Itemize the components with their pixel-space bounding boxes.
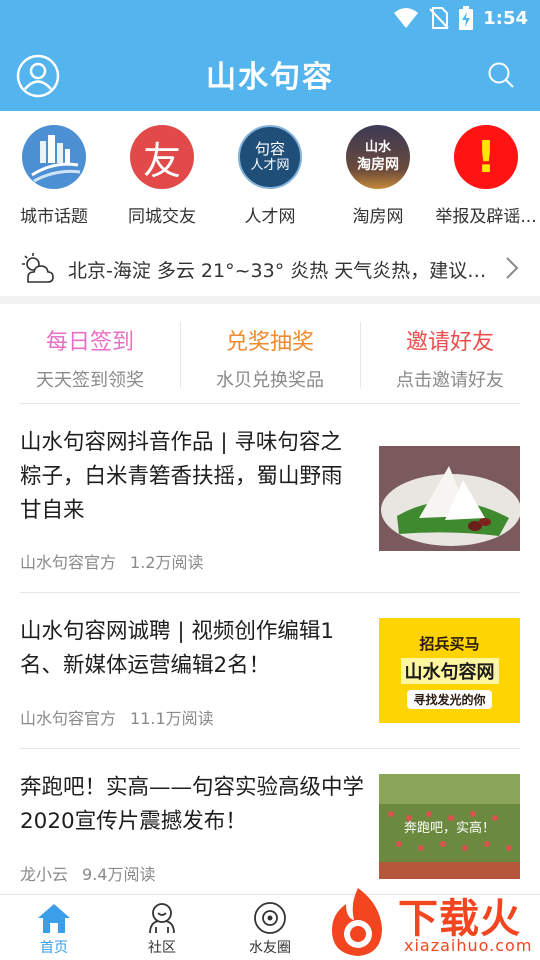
article-author: 龙小云 [20,865,69,884]
action-subtitle: 水贝兑换奖品 [216,370,324,391]
quicknav-label: 同城交友 [128,207,196,227]
bottom-nav-label: 首页 [40,940,68,956]
wifi-icon [394,8,419,28]
article-thumbnail: 招兵买马 山水句容网 寻找发光的你 [379,618,520,723]
watermark-url: xiazaihuo.com [404,936,533,955]
quicknav-item-talent[interactable]: 句容 人才网 人才网 [216,111,324,241]
article-author: 山水句容官方 [20,709,117,728]
article-title: 奔跑吧！实高——句容实验高级中学2020宣传片震撼发布！ [20,775,365,834]
thumbnail-text: 招兵买马 [419,634,480,653]
quicknav-label: 淘房网 [352,207,404,227]
community-icon [149,903,175,934]
action-daily-checkin[interactable]: 每日签到 天天签到领奖 [0,304,180,404]
quick-nav: 城市话题 友 同城交友 句容 人才网 人才网 山水 淘房网 淘房网 ! 举报及辟… [0,111,540,241]
quicknav-label: 举报及辟谣... [435,207,537,227]
article-item[interactable]: 山水句容网诚聘 | 视频创作编辑1名、新媒体运营编辑2名！ 山水句容官方 11.1… [20,593,520,748]
article-meta: 山水句容官方 1.2万阅读 [20,549,203,573]
bottom-nav-label: 水友圈 [249,940,291,956]
article-thumbnail: 奔跑吧，实高！ [379,774,520,879]
weather-text: 北京-海淀 多云 21°~33° 炎热 天气炎热，建议着短袖 [68,260,488,282]
quicknav-item-city-topic[interactable]: 城市话题 [0,111,108,241]
action-title: 每日签到 [45,330,134,355]
action-invite[interactable]: 邀请好友 点击邀请好友 [360,304,540,404]
action-row: 每日签到 天天签到领奖 兑奖抽奖 水贝兑换奖品 邀请好友 点击邀请好友 [0,304,540,404]
article-thumbnail [379,446,520,551]
friend-glyph: 友 [142,138,181,183]
city-topic-icon [22,125,86,189]
quicknav-label: 城市话题 [20,207,88,227]
quicknav-item-report[interactable]: ! 举报及辟谣... [432,111,540,241]
action-subtitle: 天天签到领奖 [36,370,144,391]
thumbnail-text: 寻找发光的你 [407,689,492,709]
talent-network-icon: 句容 人才网 [238,125,302,189]
action-subtitle: 点击邀请好友 [396,370,504,391]
report-glyph: ! [475,131,497,183]
quicknav-label: 人才网 [244,207,296,227]
report-icon: ! [454,125,518,189]
status-bar: 1:54 [0,0,540,36]
thumbnail-text: 奔跑吧，实高！ [403,821,495,836]
status-time: 1:54 [483,7,528,29]
quicknav-item-friend[interactable]: 友 同城交友 [108,111,216,241]
app-title: 山水句容 [206,60,334,95]
bottom-nav-community[interactable]: 社区 [108,901,216,957]
talent-glyph-top: 句容 [254,140,285,158]
friend-icon: 友 [130,125,194,189]
app-header: 1:54 山水句容 [0,0,540,111]
action-title: 邀请好友 [405,330,494,355]
thumbnail-text: 山水句容网 [400,657,499,684]
bottom-nav-home[interactable]: 首页 [0,901,108,957]
talent-glyph-bottom: 人才网 [250,158,290,173]
chevron-right-icon [506,257,519,279]
action-title: 兑奖抽奖 [225,330,314,355]
watermark-logo: 下载火 xiazaihuo.com [320,884,540,960]
no-sim-icon [429,7,449,29]
section-divider [0,296,540,304]
article-meta: 龙小云 9.4万阅读 [20,861,155,885]
bottom-nav-label: 社区 [148,940,176,956]
flame-logo-icon [332,888,382,956]
action-lottery[interactable]: 兑奖抽奖 水贝兑换奖品 [180,304,360,404]
app-bar: 山水句容 [0,36,540,111]
bottom-nav-friends-circle[interactable]: 水友圈 [216,901,324,957]
article-title: 山水句容网诚聘 | 视频创作编辑1名、新媒体运营编辑2名！ [20,619,335,678]
article-reads: 11.1万阅读 [130,709,214,728]
cloudy-sun-icon [22,253,54,283]
home-icon [38,904,70,933]
article-reads: 1.2万阅读 [130,553,204,572]
house-glyph-bottom: 淘房网 [357,157,399,173]
friends-circle-icon [254,902,286,934]
weather-bar[interactable]: 北京-海淀 多云 21°~33° 炎热 天气炎热，建议着短袖 [0,242,540,296]
article-reads: 9.4万阅读 [82,865,156,884]
house-network-icon: 山水 淘房网 [346,125,410,189]
article-meta: 山水句容官方 11.1万阅读 [20,705,214,729]
article-item[interactable]: 奔跑吧！实高——句容实验高级中学2020宣传片震撼发布！ 龙小云 9.4万阅读 奔… [20,749,520,894]
article-author: 山水句容官方 [20,553,117,572]
house-glyph-top: 山水 [364,140,391,155]
quicknav-item-house[interactable]: 山水 淘房网 淘房网 [324,111,432,241]
article-title: 山水句容网抖音作品 | 寻味句容之粽子，白米青箬香扶摇，蜀山野雨甘自来 [20,430,343,523]
search-icon[interactable] [486,60,516,90]
article-item[interactable]: 山水句容网抖音作品 | 寻味句容之粽子，白米青箬香扶摇，蜀山野雨甘自来 山水句容… [20,404,520,592]
battery-charging-icon [459,6,474,30]
